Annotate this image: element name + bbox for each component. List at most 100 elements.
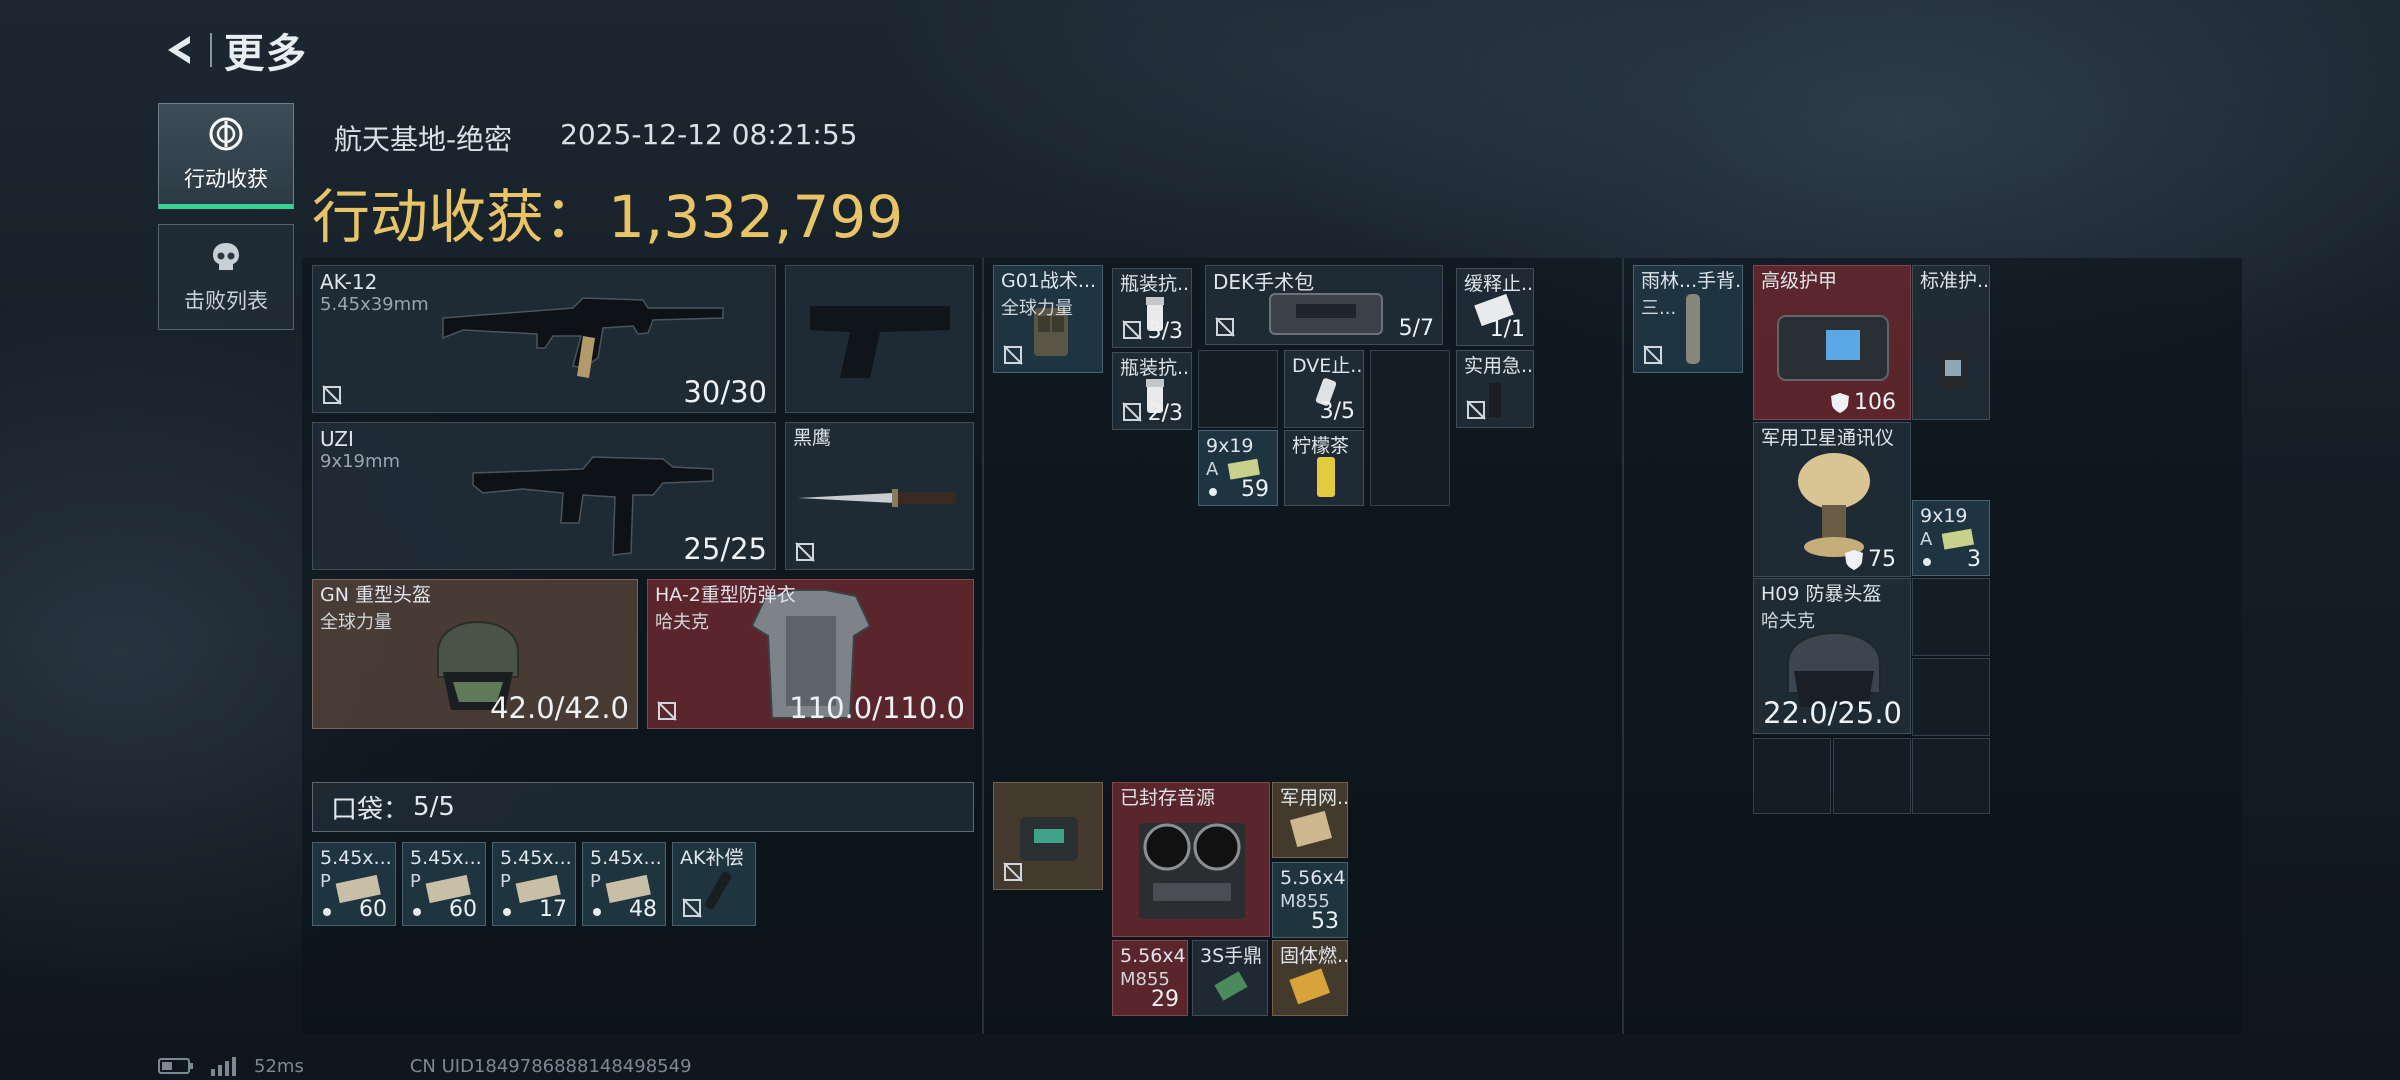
- battery-icon: [158, 1058, 193, 1074]
- pocket-item[interactable]: 5.45x... P 48: [582, 842, 666, 926]
- unbound-icon: [1003, 345, 1023, 365]
- helmet-slot[interactable]: GN 重型头盔 全球力量 42.0/42.0: [312, 579, 638, 729]
- pocket-item[interactable]: AK补偿: [672, 842, 756, 926]
- item-sub: P: [410, 871, 421, 892]
- raid-gain-colon: ：: [544, 183, 603, 251]
- item-name: H09 防暴头盔: [1761, 583, 1882, 605]
- safebox-item[interactable]: H09 防暴头盔 哈夫克 22.0/25.0: [1753, 578, 1911, 734]
- durability-readout: 106: [1830, 390, 1896, 415]
- safebox-item[interactable]: 雨林...手背... 三...: [1633, 265, 1743, 373]
- ammo-dot-icon: [593, 908, 601, 916]
- pocket-header: 口袋： 5/5: [312, 782, 974, 832]
- item-name: 军用卫星通讯仪: [1761, 427, 1895, 449]
- loot-item[interactable]: 5.56x4 M855 29: [1112, 940, 1188, 1016]
- empty-slot: [1912, 578, 1990, 656]
- status-bar: 52ms CN UID1849786888148498549: [158, 1055, 692, 1077]
- rainforest-relic-icon: [1686, 294, 1700, 364]
- unbound-icon: [1466, 400, 1486, 420]
- item-name: 已封存音源: [1120, 787, 1216, 809]
- tab-raid-loot[interactable]: 行动收获: [158, 103, 294, 209]
- safebox-item[interactable]: 高级护甲 106: [1753, 265, 1911, 420]
- unbound-icon: [1215, 317, 1235, 337]
- item-name: 5.56x4: [1280, 867, 1346, 889]
- item-name: 5.45x...: [500, 847, 572, 869]
- rig-slot[interactable]: G01战术... 全球力量: [993, 265, 1103, 373]
- loot-item[interactable]: 固体燃...: [1272, 940, 1348, 1016]
- item-count: 1/1: [1489, 317, 1525, 342]
- skull-icon: [213, 243, 239, 270]
- loot-item[interactable]: 5.56x4 M855 53: [1272, 862, 1348, 938]
- tab-kill-list[interactable]: 击败列表: [158, 224, 294, 330]
- loot-item[interactable]: 已封存音源: [1112, 782, 1270, 937]
- item-name: 标准护...: [1920, 270, 1990, 292]
- item-count: 53: [1311, 909, 1339, 934]
- tab-kill-list-label: 击败列表: [184, 289, 268, 313]
- ping-readout: 52ms: [254, 1055, 304, 1077]
- signal-icon: [211, 1057, 236, 1076]
- unbound-icon: [682, 898, 702, 918]
- rig-item[interactable]: 瓶装抗... 3/3: [1112, 268, 1192, 348]
- pistol-slot[interactable]: [785, 265, 974, 413]
- item-name: 固体燃...: [1280, 945, 1348, 967]
- primary-weapon-slot[interactable]: AK-12 5.45x39mm 30/30: [312, 265, 776, 413]
- surgical-kit-icon: [1269, 293, 1383, 335]
- secondary-weapon-slot[interactable]: UZI 9x19mm 25/25: [312, 422, 776, 570]
- pistol-silhouette-icon: [810, 306, 950, 378]
- item-name: 军用网...: [1280, 787, 1348, 809]
- primary-weapon-caliber: 5.45x39mm: [320, 294, 429, 315]
- item-name: 瓶装抗...: [1120, 273, 1192, 295]
- rig-item[interactable]: 缓释止... 1/1: [1456, 268, 1534, 346]
- raid-gain: 行动收获： 1,332,799: [312, 170, 903, 254]
- item-durability: 75: [1868, 547, 1896, 572]
- back-button[interactable]: [156, 26, 204, 74]
- item-sub: P: [590, 871, 601, 892]
- item-name: 3S手鼎: [1200, 945, 1263, 967]
- armor-slot[interactable]: HA-2重型防弹衣 哈夫克 110.0/110.0: [647, 579, 974, 729]
- pocket-item[interactable]: 5.45x... P 60: [312, 842, 396, 926]
- pocket-label: 口袋: [331, 794, 384, 825]
- loot-item[interactable]: 3S手鼎: [1192, 940, 1268, 1016]
- item-name: 实用急...: [1464, 355, 1534, 377]
- tab-raid-loot-label: 行动收获: [184, 167, 268, 191]
- backpack-slot[interactable]: [993, 782, 1103, 890]
- item-sub: 全球力量: [1001, 298, 1073, 319]
- safebox-item[interactable]: 军用卫星通讯仪 75: [1753, 422, 1911, 577]
- item-name: 5.45x...: [320, 847, 392, 869]
- item-name: 柠檬茶: [1292, 435, 1350, 457]
- item-count: 3/3: [1147, 319, 1183, 344]
- primary-weapon-name: AK-12: [320, 270, 378, 294]
- standard-armor-part-icon: [1939, 352, 1967, 390]
- rig-item[interactable]: 实用急...: [1456, 350, 1534, 428]
- item-sub: A: [1920, 529, 1933, 550]
- armor-case-icon: [1777, 315, 1889, 381]
- pocket-item[interactable]: 5.45x... P 60: [402, 842, 486, 926]
- item-name: 高级护甲: [1761, 270, 1838, 292]
- muzzle-brake-icon: [704, 871, 732, 910]
- item-name: G01战术...: [1001, 270, 1097, 292]
- helmet-durability: 42.0/42.0: [490, 691, 629, 725]
- rig-item[interactable]: 柠檬茶: [1284, 430, 1364, 506]
- item-durability: 106: [1854, 390, 1896, 415]
- rig-item[interactable]: 9x19 A 59: [1198, 430, 1278, 506]
- item-sub: P: [320, 871, 331, 892]
- loot-item[interactable]: 军用网...: [1272, 782, 1348, 858]
- item-sub: A: [1206, 459, 1219, 480]
- melee-slot[interactable]: 黑鹰: [785, 422, 974, 570]
- column-divider: [1622, 258, 1624, 1034]
- primary-weapon-ammo: 30/30: [683, 375, 767, 409]
- header-divider: [210, 33, 212, 67]
- uid-readout: CN UID1849786888148498549: [409, 1055, 692, 1077]
- rig-item[interactable]: DEK手术包 5/7: [1205, 265, 1443, 345]
- ammo-dot-icon: [1923, 558, 1931, 566]
- pocket-item[interactable]: 5.45x... P 17: [492, 842, 576, 926]
- rig-item[interactable]: 瓶装抗... 2/3: [1112, 352, 1192, 430]
- empty-slot: [1912, 658, 1990, 736]
- safebox-item[interactable]: 标准护...: [1912, 265, 1990, 420]
- pocket-count: 5/5: [413, 792, 455, 822]
- item-sub: 三...: [1641, 298, 1677, 319]
- empty-slot: [1753, 738, 1831, 814]
- helmet-name: GN 重型头盔: [320, 584, 431, 606]
- rig-item[interactable]: DVE止... 3/5: [1284, 350, 1364, 428]
- knife-icon: [798, 489, 956, 507]
- safebox-item[interactable]: 9x19 A 3: [1912, 500, 1990, 576]
